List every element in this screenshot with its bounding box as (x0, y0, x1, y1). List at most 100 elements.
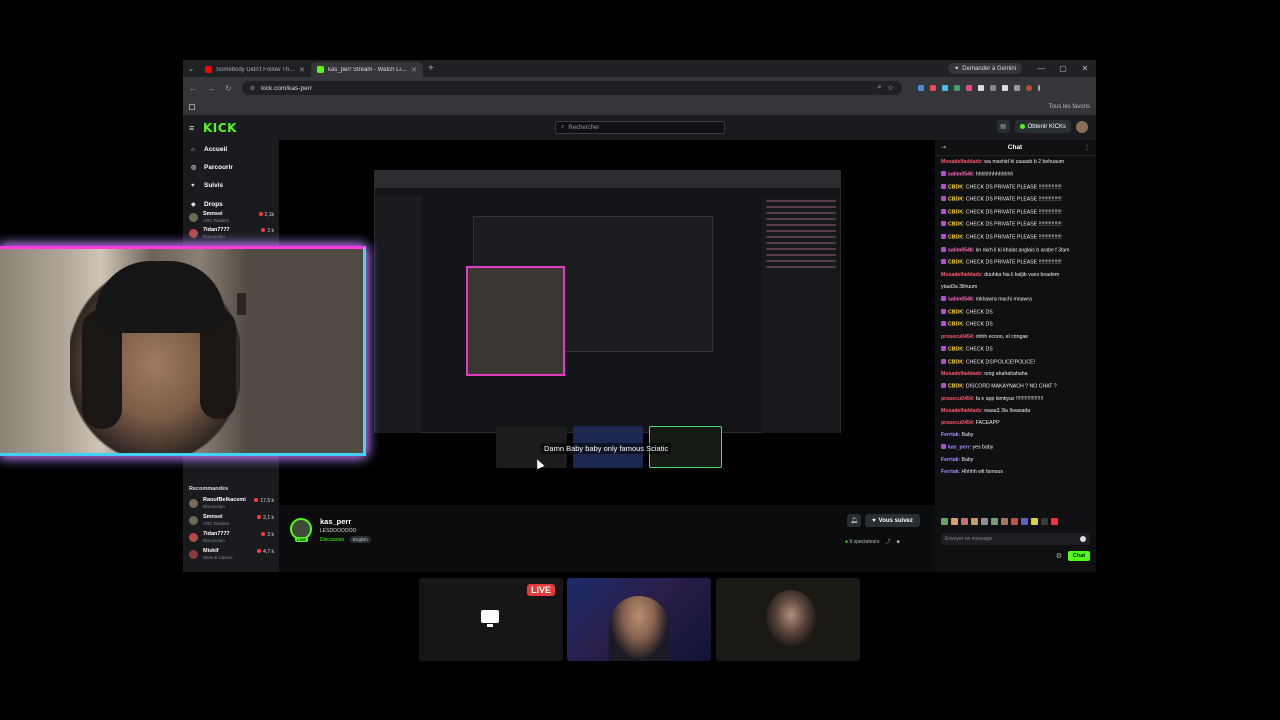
site-info-icon[interactable]: ⚙ (250, 85, 255, 92)
chat-username[interactable]: Mosadelfaddadz (941, 159, 981, 165)
extension-icon[interactable] (989, 85, 996, 91)
reload-icon[interactable]: ↻ (225, 84, 232, 93)
streamer-name[interactable]: kas_perr (320, 517, 351, 526)
chat-settings-icon[interactable]: ⚙ (1056, 552, 1062, 560)
close-window-button[interactable]: ✕ (1074, 64, 1096, 73)
chat-username[interactable]: CBDK (948, 209, 963, 215)
profile-avatar-icon[interactable] (1025, 85, 1032, 91)
chat-username[interactable]: Mosadelfaddadz (941, 371, 981, 377)
url-bar[interactable]: ⚙ kick.com/kas-perr ⌕ ☆ (241, 81, 902, 95)
stream-tag[interactable]: English (350, 536, 371, 543)
minimize-button[interactable]: — (1030, 64, 1052, 73)
extension-icon[interactable] (1013, 85, 1020, 91)
lock-icon[interactable]: ■ (896, 539, 899, 545)
recommended-channel-item[interactable]: Miskif Slots & Casino 4,7 k (188, 548, 276, 564)
chat-username[interactable]: CBDK (948, 222, 963, 228)
chat-username[interactable]: prosecu0454 (941, 334, 973, 340)
get-kicks-label: Obtenir KICKs (1027, 123, 1066, 130)
user-avatar[interactable] (1076, 120, 1088, 133)
notification-bell-icon[interactable]: 🔔︎ (847, 514, 861, 527)
nav-item-following[interactable]: ♥ Suivis (191, 182, 223, 189)
hamburger-menu-icon[interactable]: ≡ (189, 123, 203, 133)
chat-username[interactable]: Ferrtak (941, 457, 959, 463)
chat-panel: ⇥ Chat ⋮ Mosadelfaddadz: wa mashid ki za… (935, 140, 1096, 572)
emote-icon[interactable] (951, 518, 958, 525)
chat-username[interactable]: salim0546 (948, 297, 973, 303)
all-bookmarks-link[interactable]: Tous les favoris (1049, 104, 1090, 110)
emote-icon[interactable] (1001, 518, 1008, 525)
chat-username[interactable]: CBDK (948, 346, 963, 352)
recommended-channel-item[interactable]: 7idan7777 Discussion 2 k (188, 531, 276, 547)
collapse-chat-icon[interactable]: ⇥ (941, 144, 946, 151)
following-channel-item[interactable]: Smnsei ARC Raiders 2,1k (188, 211, 276, 227)
tab-kick[interactable]: kas_perr Stream - Watch Live o ✕ (311, 62, 423, 77)
emote-icon[interactable] (941, 518, 948, 525)
new-tab-button[interactable]: + (423, 63, 439, 74)
menu-dots-icon[interactable] (1037, 85, 1040, 91)
share-icon[interactable]: ⤴ (885, 538, 890, 545)
emote-icon[interactable] (961, 518, 968, 525)
emote-icon[interactable] (1021, 518, 1028, 525)
nav-item-drops[interactable]: ◆ Drops (191, 201, 223, 208)
chat-text: CHECK DS PRIVATE PLEASE !!!!!!!!!!!!!!!! (965, 196, 1062, 203)
chat-input[interactable]: Envoyer un message (941, 533, 1090, 545)
maximize-button[interactable]: ▢ (1052, 64, 1074, 73)
emote-icon[interactable] (1041, 518, 1048, 525)
extension-icon[interactable] (977, 85, 984, 91)
chat-username[interactable]: CBDK (948, 384, 963, 390)
inbox-icon[interactable]: ▤ (996, 120, 1010, 133)
chat-options-icon[interactable]: ⋮ (1084, 144, 1090, 151)
tab-youtube[interactable]: Somebody Didn't Follow The F ✕ (199, 62, 311, 77)
nav-item-browse[interactable]: ◎ Parcourir (191, 164, 233, 171)
chat-username[interactable]: CBDK (948, 197, 963, 203)
nav-item-home[interactable]: ⌂ Accueil (191, 146, 227, 153)
extension-icon[interactable] (941, 85, 948, 91)
gemini-button[interactable]: ✦ Demander à Gemini (948, 63, 1022, 74)
chat-username[interactable]: CBDK (948, 260, 963, 266)
stream-category[interactable]: Discussion (320, 537, 344, 543)
chat-username[interactable]: CBDK (948, 235, 963, 241)
emote-icon[interactable] (971, 518, 978, 525)
recommended-channel-item[interactable]: Smnsei ARC Raiders 2,1 k (188, 514, 276, 530)
emote-icon[interactable] (1051, 518, 1058, 525)
send-chat-button[interactable]: Chat (1068, 551, 1090, 561)
apps-grid-icon[interactable] (189, 104, 195, 110)
zoom-icon[interactable]: ⌕ (878, 84, 882, 92)
video-player[interactable]: Damn Baby baby only famous Sciatic (279, 140, 935, 505)
emote-icon[interactable] (1011, 518, 1018, 525)
extension-icon[interactable] (929, 85, 936, 91)
chat-username[interactable]: prosecu0454 (941, 396, 973, 402)
tab-close-icon[interactable]: ✕ (411, 66, 417, 74)
bookmark-star-icon[interactable]: ☆ (887, 84, 893, 92)
chat-username[interactable]: Mosadelfaddadz (941, 272, 981, 278)
forward-icon[interactable]: → (207, 84, 215, 93)
chat-username[interactable]: CBDK (948, 184, 963, 190)
follow-button[interactable]: ♥ Vous suivez (865, 514, 920, 527)
chat-username[interactable]: salim0546 (948, 247, 973, 253)
chat-username[interactable]: Ferrtak (941, 432, 959, 438)
emote-icon[interactable] (991, 518, 998, 525)
extension-icon[interactable] (953, 85, 960, 91)
extension-icon[interactable] (965, 85, 972, 91)
emote-icon[interactable] (1031, 518, 1038, 525)
extension-icon[interactable] (1001, 85, 1008, 91)
recommended-channel-item[interactable]: RaoufBelkacemi Discussion 17,5 k (188, 497, 276, 513)
chat-username[interactable]: Ferrtak (941, 469, 959, 475)
chat-username[interactable]: prosecu0454 (941, 420, 973, 426)
chat-username[interactable]: CBDK (948, 359, 963, 365)
kick-logo[interactable]: KICK (203, 121, 237, 135)
tab-search-icon[interactable]: ⌄ (183, 60, 199, 77)
search-input[interactable]: ⌕ Rechercher (555, 121, 725, 134)
extension-icon[interactable] (917, 85, 924, 91)
emote-icon[interactable] (981, 518, 988, 525)
chat-username[interactable]: CBDK (948, 309, 963, 315)
chat-username[interactable]: salim0546 (948, 172, 973, 178)
chat-username[interactable]: Mosadelfaddadz (941, 408, 981, 414)
get-kicks-button[interactable]: Obtenir KICKs (1014, 120, 1071, 133)
emoji-picker-icon[interactable] (1080, 536, 1086, 542)
back-icon[interactable]: ← (189, 84, 197, 93)
chat-username[interactable]: kas_perr (948, 445, 970, 451)
tab-close-icon[interactable]: ✕ (299, 66, 305, 74)
following-channel-item[interactable]: 7idan7777 Discussion 2 k (188, 227, 276, 243)
chat-username[interactable]: CBDK (948, 322, 963, 328)
